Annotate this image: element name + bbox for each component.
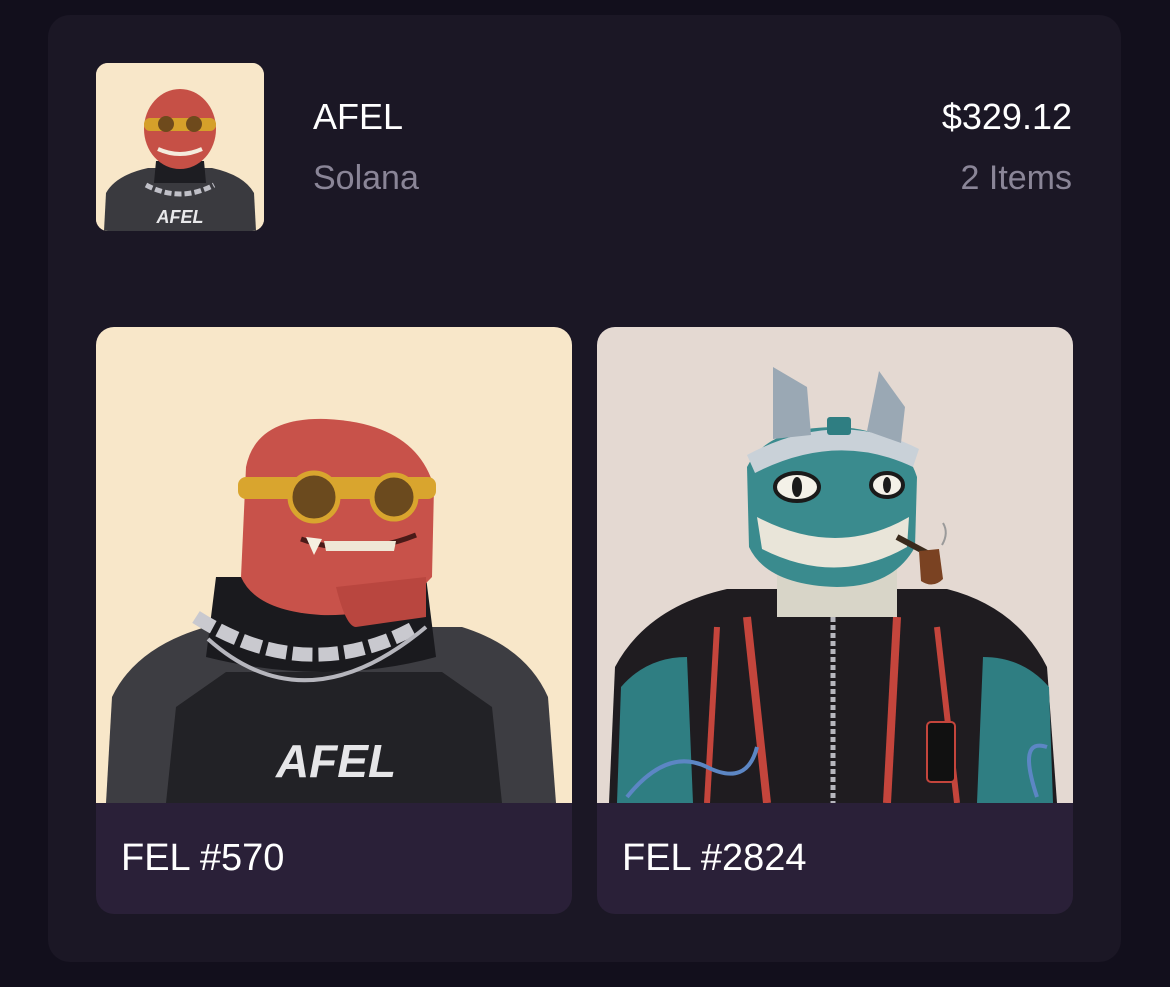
nft-name: FEL #2824 [622,837,807,879]
red-lizard-nft-image: AFEL [96,327,572,803]
collection-thumbnail: AFEL [96,63,264,231]
nft-card-fel-2824[interactable]: FEL #2824 [597,327,1073,914]
lizard-thumbnail-image: AFEL [96,63,264,231]
collection-total-value: $329.12 [941,96,1072,137]
nft-image [597,327,1073,803]
afel-logo-text: AFEL [156,207,204,227]
afel-logo-text: AFEL [275,735,396,787]
collection-card: AFEL AFEL Solana $329.12 2 Items AFEL FE… [48,15,1121,962]
teal-lizard-nft-image [597,327,1073,803]
collection-name: AFEL [313,96,404,137]
nft-name: FEL #570 [121,837,285,879]
nft-grid: AFEL FEL #570 FEL #2824 [96,327,1073,914]
collection-items-count: 2 Items [960,159,1072,197]
nft-card-fel-570[interactable]: AFEL FEL #570 [96,327,572,914]
collection-chain: Solana [313,159,419,197]
collection-header[interactable]: AFEL AFEL Solana $329.12 2 Items [96,63,1072,231]
nft-image: AFEL [96,327,572,803]
